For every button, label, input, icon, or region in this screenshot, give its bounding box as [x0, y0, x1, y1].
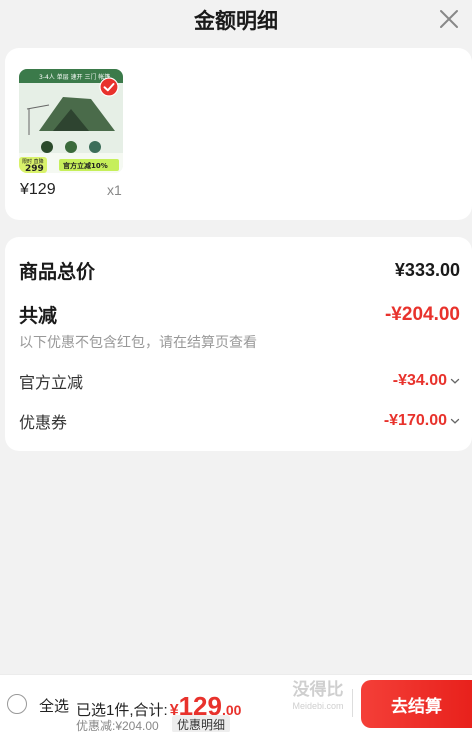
total-reduction-row: 共减 -¥204.00 [19, 301, 460, 328]
product-card: 3-4人 单层 速开 三门 帐篷 限时 直降 299 官方立减10% ¥129 … [5, 48, 472, 220]
bottom-checkout-bar: 全选 已选1件,合计: ¥ 129 .00 优惠减:¥204.00 优惠明细 没… [0, 674, 472, 732]
official-discount-label: 官方立减 [19, 375, 84, 392]
image-price-text: 299 [25, 164, 44, 173]
checkout-button[interactable]: 去结算 [361, 680, 472, 728]
product-image[interactable]: 3-4人 单层 速开 三门 帐篷 限时 直降 299 官方立减10% [19, 69, 123, 173]
price-detail-page: 金额明细 3-4人 单层 速开 三门 帐篷 限时 直降 299 官方立减10% … [0, 0, 472, 732]
official-discount-value: -¥34.00 [392, 372, 447, 389]
image-tag-text: 官方立减10% [63, 161, 108, 170]
price-summary-card: 商品总价 ¥333.00 共减 -¥204.00 以下优惠不包含红包，请在结算页… [5, 237, 472, 451]
checked-icon[interactable] [99, 77, 119, 97]
product-quantity: x1 [107, 182, 122, 198]
select-all-label[interactable]: 全选 [39, 695, 69, 716]
select-all-radio[interactable] [7, 694, 27, 714]
divider [352, 689, 353, 717]
total-price-label: 商品总价 [19, 262, 96, 283]
close-button[interactable] [434, 4, 464, 34]
discount-note: 以下优惠不包含红包，请在结算页查看 [19, 334, 257, 350]
watermark-logo: 没得比 [292, 680, 344, 699]
official-discount-row[interactable]: 官方立减 -¥34.00 [19, 369, 460, 393]
total-price-row: 商品总价 ¥333.00 [19, 257, 460, 284]
total-reduction-value: -¥204.00 [384, 303, 460, 325]
close-icon [440, 10, 458, 28]
chevron-down-icon[interactable] [450, 377, 460, 385]
watermark-url: Meidebi.com [292, 701, 344, 711]
total-reduction-label: 共减 [19, 306, 58, 327]
product-price: ¥129 [20, 181, 56, 198]
discount-amount-text: 优惠减:¥204.00 [76, 719, 159, 732]
discount-detail-button[interactable]: 优惠明细 [172, 715, 231, 732]
page-title: 金额明细 [194, 10, 278, 33]
total-price-value: ¥333.00 [394, 260, 460, 280]
chevron-down-icon[interactable] [450, 417, 460, 425]
coupon-row[interactable]: 优惠券 -¥170.00 [19, 409, 460, 433]
coupon-value: -¥170.00 [383, 412, 447, 429]
header: 金额明细 [0, 0, 472, 40]
coupon-label: 优惠券 [19, 415, 68, 432]
